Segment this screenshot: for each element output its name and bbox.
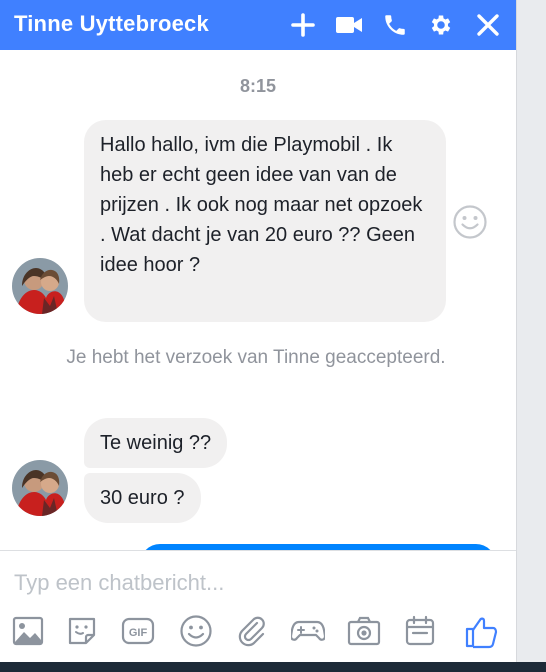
plus-icon[interactable] [288,10,318,40]
message-input[interactable] [12,565,496,601]
sticker-icon[interactable] [64,613,100,649]
gif-icon[interactable]: GIF [120,613,156,649]
contact-name[interactable]: Tinne Uyttebroeck [14,11,209,37]
chat-window: Tinne Uyttebroeck 8:15 Hallo hallo, ivm … [0,0,516,672]
message-composer: GIF [0,550,516,663]
image-icon[interactable] [10,613,46,649]
message-timestamp: 8:15 [239,76,277,96]
game-icon[interactable] [290,613,326,649]
phone-icon[interactable] [380,10,410,40]
gear-icon[interactable] [426,10,456,40]
gif-label: GIF [129,627,148,639]
chat-header: Tinne Uyttebroeck [0,0,516,50]
avatar[interactable] [12,258,68,314]
emoji-icon[interactable] [178,613,214,649]
scrollbar[interactable] [516,0,546,662]
thumbs-up-icon[interactable] [464,613,500,649]
system-notice: Je hebt het verzoek van Tinne geacceptee… [66,347,446,368]
message-bubble[interactable]: Hallo hallo, ivm die Playmobil . Ik heb … [84,120,446,322]
message-bubble[interactable]: 30 euro ? [84,473,201,523]
camera-icon[interactable] [346,613,382,649]
video-camera-icon[interactable] [334,10,364,40]
calendar-icon[interactable] [402,613,438,649]
close-icon[interactable] [473,10,503,40]
message-bubble[interactable]: Te weinig ?? [84,418,228,468]
attachment-icon[interactable] [234,613,270,649]
avatar[interactable] [12,460,68,516]
emoji-reaction-icon[interactable] [452,204,488,245]
taskbar-edge [0,662,546,672]
